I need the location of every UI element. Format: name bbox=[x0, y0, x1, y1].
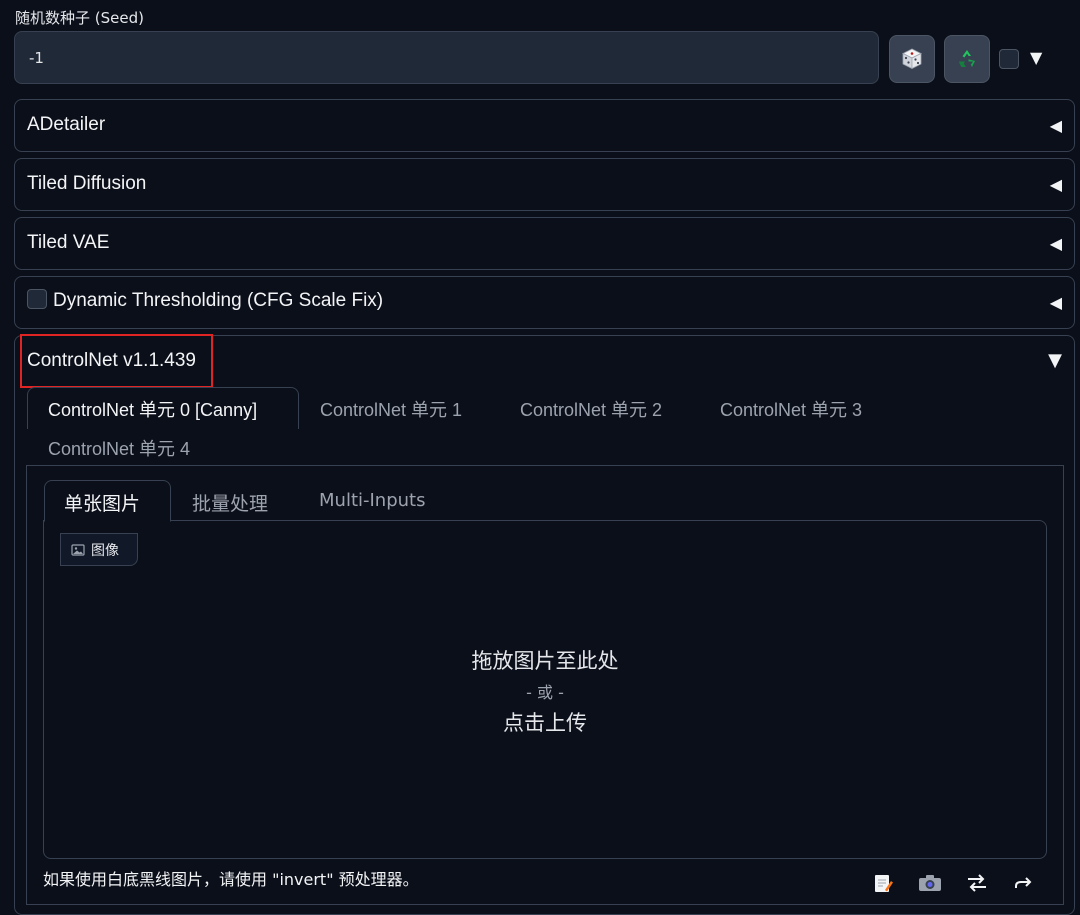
camera-icon[interactable] bbox=[918, 872, 942, 894]
invert-hint-text: 如果使用白底黑线图片，请使用 "invert" 预处理器。 bbox=[43, 870, 419, 889]
edit-icon[interactable] bbox=[871, 872, 895, 894]
tab-batch[interactable]: 批量处理 bbox=[192, 489, 268, 516]
tab-multi-inputs[interactable]: Multi-Inputs bbox=[319, 490, 425, 511]
accordion-tiled-diffusion[interactable]: Tiled Diffusion ◀ bbox=[14, 158, 1075, 211]
enable-checkbox[interactable] bbox=[27, 288, 47, 309]
random-seed-button[interactable] bbox=[889, 35, 935, 83]
seed-label: 随机数种子 (Seed) bbox=[15, 9, 144, 27]
accordion-label: Dynamic Thresholding (CFG Scale Fix) bbox=[53, 290, 384, 311]
tab-controlnet-unit-0[interactable]: ControlNet 单元 0 [Canny] bbox=[48, 396, 257, 422]
tab-controlnet-unit-2[interactable]: ControlNet 单元 2 bbox=[520, 396, 662, 422]
tab-controlnet-unit-3[interactable]: ControlNet 单元 3 bbox=[720, 396, 862, 422]
seed-input[interactable]: -1 bbox=[14, 31, 879, 84]
accordion-label: Tiled Diffusion bbox=[27, 173, 147, 194]
seed-value: -1 bbox=[29, 48, 44, 67]
collapse-arrow-icon: ◀ bbox=[1049, 116, 1062, 135]
image-icon bbox=[71, 543, 85, 556]
accordion-label: Tiled VAE bbox=[27, 232, 110, 253]
tab-controlnet-unit-1[interactable]: ControlNet 单元 1 bbox=[320, 396, 462, 422]
accordion-label-row: Dynamic Thresholding (CFG Scale Fix) bbox=[27, 288, 384, 312]
tab-single-image[interactable]: 单张图片 bbox=[64, 489, 140, 516]
triangle-down-icon[interactable]: ▼ bbox=[1030, 48, 1042, 67]
extra-seed-checkbox[interactable] bbox=[999, 49, 1019, 69]
tab-controlnet-unit-4[interactable]: ControlNet 单元 4 bbox=[48, 435, 190, 461]
collapse-arrow-icon: ◀ bbox=[1049, 175, 1062, 194]
recycle-icon bbox=[959, 50, 975, 67]
swap-icon[interactable] bbox=[965, 872, 989, 894]
image-chip-label: 图像 bbox=[91, 542, 119, 559]
expand-arrow-icon[interactable]: ▼ bbox=[1048, 350, 1062, 371]
click-upload-prompt: 点击上传 bbox=[503, 711, 587, 735]
collapse-arrow-icon: ◀ bbox=[1049, 234, 1062, 253]
accordion-dynamic-thresholding[interactable]: Dynamic Thresholding (CFG Scale Fix) ◀ bbox=[14, 276, 1075, 329]
accordion-label: ADetailer bbox=[27, 114, 106, 135]
drop-or: - 或 - bbox=[526, 683, 564, 702]
collapse-arrow-icon: ◀ bbox=[1049, 293, 1062, 312]
dice-icon bbox=[902, 48, 922, 70]
drop-prompt: 拖放图片至此处 bbox=[471, 649, 619, 673]
image-label-chip: 图像 bbox=[60, 533, 138, 566]
highlight-annotation bbox=[20, 334, 213, 388]
accordion-tiled-vae[interactable]: Tiled VAE ◀ bbox=[14, 217, 1075, 270]
send-icon[interactable] bbox=[1012, 872, 1036, 894]
accordion-adetailer[interactable]: ADetailer ◀ bbox=[14, 99, 1075, 152]
reuse-seed-button[interactable] bbox=[944, 35, 990, 83]
